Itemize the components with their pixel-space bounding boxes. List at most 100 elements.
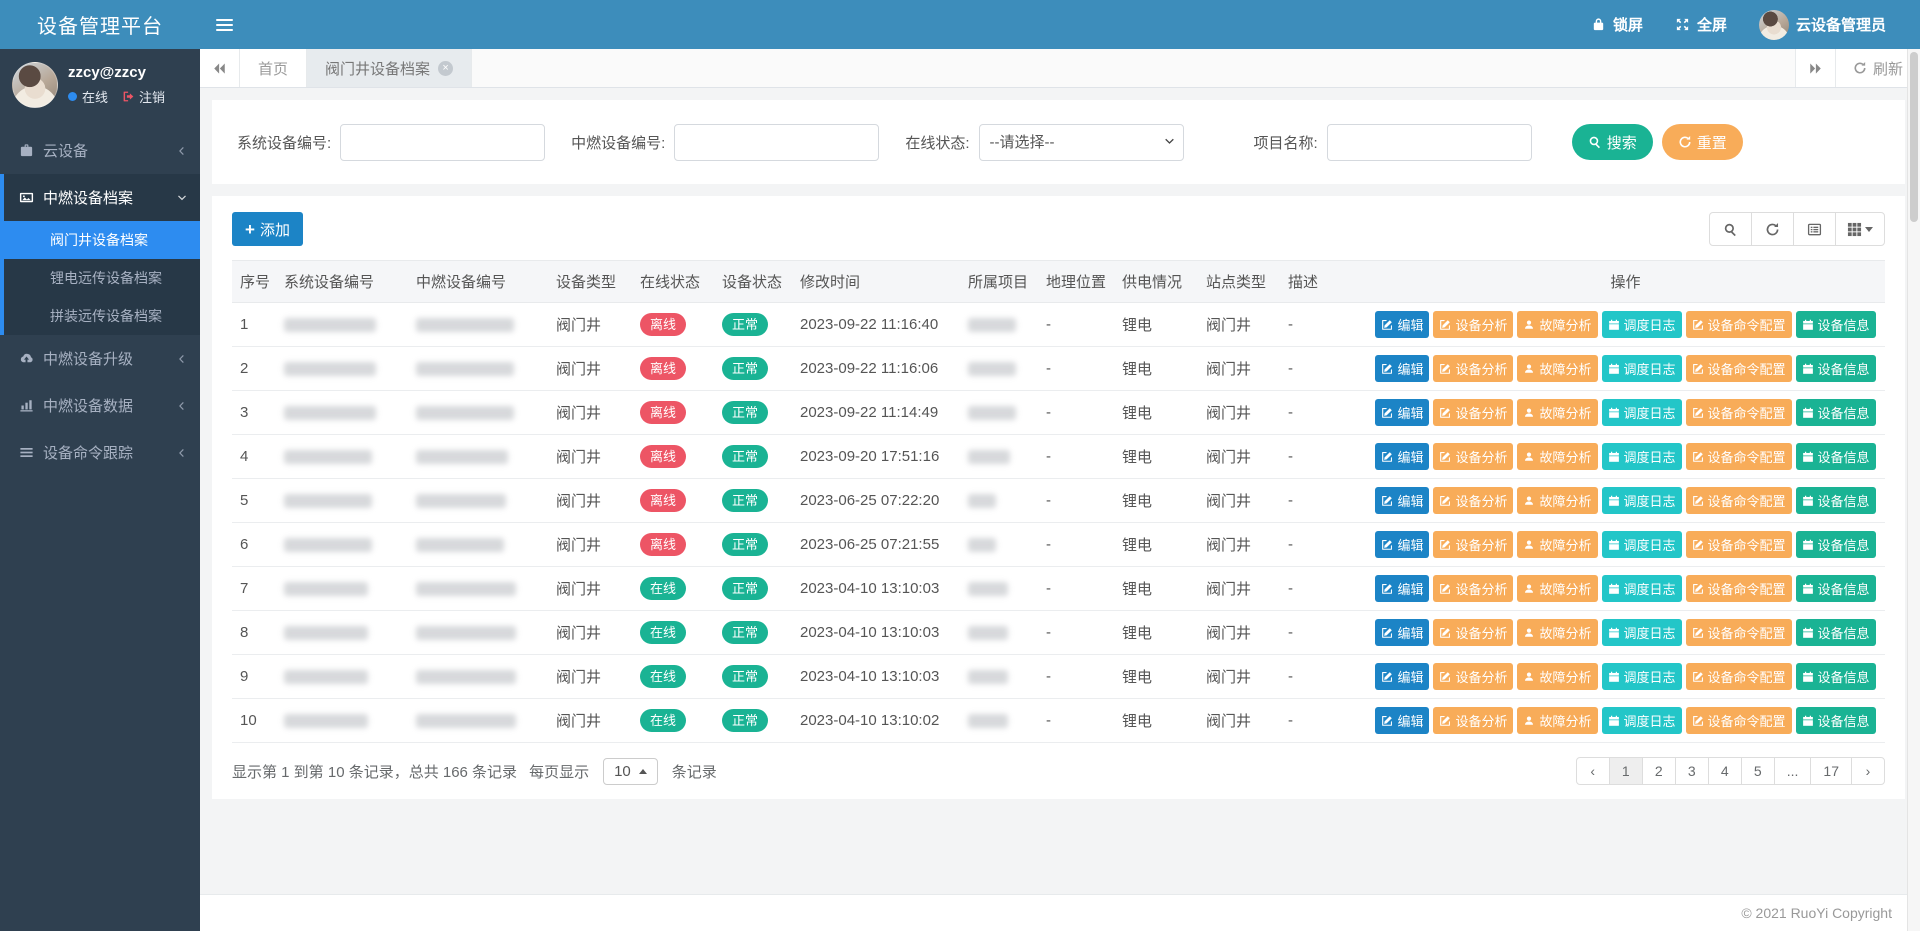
action-button-设备分析[interactable]: 设备分析 xyxy=(1433,443,1513,470)
action-button-调度日志[interactable]: 调度日志 xyxy=(1602,443,1682,470)
action-button-设备分析[interactable]: 设备分析 xyxy=(1433,619,1513,646)
action-button-故障分析[interactable]: 故障分析 xyxy=(1517,531,1597,558)
action-button-故障分析[interactable]: 故障分析 xyxy=(1517,443,1597,470)
sidebar-subitem-1-2[interactable]: 拼装远传设备档案 xyxy=(4,297,200,335)
action-button-设备命令配置[interactable]: 设备命令配置 xyxy=(1686,707,1792,734)
action-button-设备分析[interactable]: 设备分析 xyxy=(1433,531,1513,558)
action-button-故障分析[interactable]: 故障分析 xyxy=(1517,487,1597,514)
tab-0[interactable]: 首页 xyxy=(240,49,307,87)
sidebar-item-4[interactable]: 设备命令跟踪 xyxy=(4,429,200,476)
action-button-调度日志[interactable]: 调度日志 xyxy=(1602,311,1682,338)
action-button-故障分析[interactable]: 故障分析 xyxy=(1517,575,1597,602)
user-menu[interactable]: 云设备管理员 xyxy=(1743,0,1902,49)
action-button-设备信息[interactable]: 设备信息 xyxy=(1796,663,1876,690)
tab-1[interactable]: 阀门井设备档案× xyxy=(307,49,472,87)
sidebar-subitem-1-1[interactable]: 锂电远传设备档案 xyxy=(4,259,200,297)
action-button-调度日志[interactable]: 调度日志 xyxy=(1602,575,1682,602)
action-button-设备信息[interactable]: 设备信息 xyxy=(1796,399,1876,426)
action-button-调度日志[interactable]: 调度日志 xyxy=(1602,399,1682,426)
lock-screen-button[interactable]: 锁屏 xyxy=(1575,0,1659,49)
reset-button[interactable]: 重置 xyxy=(1662,124,1743,160)
action-button-设备命令配置[interactable]: 设备命令配置 xyxy=(1686,575,1792,602)
action-button-编辑[interactable]: 编辑 xyxy=(1375,355,1429,382)
action-button-故障分析[interactable]: 故障分析 xyxy=(1517,355,1597,382)
action-button-设备信息[interactable]: 设备信息 xyxy=(1796,355,1876,382)
action-button-编辑[interactable]: 编辑 xyxy=(1375,575,1429,602)
action-button-设备命令配置[interactable]: 设备命令配置 xyxy=(1686,399,1792,426)
tab-close-icon[interactable]: × xyxy=(438,61,453,76)
toolbar-refresh-button[interactable] xyxy=(1751,212,1794,246)
action-button-故障分析[interactable]: 故障分析 xyxy=(1517,663,1597,690)
input-project-name[interactable] xyxy=(1327,124,1532,161)
action-button-编辑[interactable]: 编辑 xyxy=(1375,531,1429,558)
toolbar-columns-grid-button[interactable] xyxy=(1835,212,1885,246)
pagination-page-1[interactable]: 1 xyxy=(1609,757,1643,785)
action-button-编辑[interactable]: 编辑 xyxy=(1375,487,1429,514)
pagination-page-3[interactable]: 3 xyxy=(1675,757,1709,785)
action-button-设备命令配置[interactable]: 设备命令配置 xyxy=(1686,531,1792,558)
action-button-设备信息[interactable]: 设备信息 xyxy=(1796,575,1876,602)
action-button-设备分析[interactable]: 设备分析 xyxy=(1433,707,1513,734)
tabs-scroll-right-button[interactable] xyxy=(1795,49,1835,87)
page-size-dropdown[interactable]: 10 xyxy=(603,758,658,785)
fullscreen-button[interactable]: 全屏 xyxy=(1659,0,1743,49)
pagination-next[interactable]: › xyxy=(1851,757,1885,785)
action-button-编辑[interactable]: 编辑 xyxy=(1375,443,1429,470)
action-button-设备分析[interactable]: 设备分析 xyxy=(1433,487,1513,514)
action-button-设备命令配置[interactable]: 设备命令配置 xyxy=(1686,311,1792,338)
input-system-device-no[interactable] xyxy=(340,124,545,161)
action-button-设备命令配置[interactable]: 设备命令配置 xyxy=(1686,619,1792,646)
action-button-设备命令配置[interactable]: 设备命令配置 xyxy=(1686,355,1792,382)
select-online-status[interactable]: --请选择-- xyxy=(979,124,1184,161)
action-button-故障分析[interactable]: 故障分析 xyxy=(1517,311,1597,338)
search-button[interactable]: 搜索 xyxy=(1572,124,1653,160)
action-button-调度日志[interactable]: 调度日志 xyxy=(1602,531,1682,558)
action-button-故障分析[interactable]: 故障分析 xyxy=(1517,399,1597,426)
action-button-故障分析[interactable]: 故障分析 xyxy=(1517,619,1597,646)
action-button-调度日志[interactable]: 调度日志 xyxy=(1602,487,1682,514)
action-button-设备信息[interactable]: 设备信息 xyxy=(1796,311,1876,338)
action-button-设备分析[interactable]: 设备分析 xyxy=(1433,399,1513,426)
action-button-调度日志[interactable]: 调度日志 xyxy=(1602,619,1682,646)
sidebar-item-2[interactable]: 中燃设备升级 xyxy=(4,335,200,382)
action-button-设备分析[interactable]: 设备分析 xyxy=(1433,663,1513,690)
action-button-设备分析[interactable]: 设备分析 xyxy=(1433,355,1513,382)
sidebar-item-1[interactable]: 中燃设备档案 xyxy=(4,174,200,221)
sidebar-subitem-1-0[interactable]: 阀门井设备档案 xyxy=(0,221,200,259)
scrollbar-thumb[interactable] xyxy=(1910,52,1918,222)
action-button-编辑[interactable]: 编辑 xyxy=(1375,399,1429,426)
action-button-设备分析[interactable]: 设备分析 xyxy=(1433,311,1513,338)
sidebar-item-3[interactable]: 中燃设备数据 xyxy=(4,382,200,429)
action-button-故障分析[interactable]: 故障分析 xyxy=(1517,707,1597,734)
sidebar-item-0[interactable]: 云设备 xyxy=(4,127,200,174)
action-button-编辑[interactable]: 编辑 xyxy=(1375,707,1429,734)
action-button-设备信息[interactable]: 设备信息 xyxy=(1796,707,1876,734)
sidebar-toggle-button[interactable] xyxy=(216,19,233,31)
action-button-调度日志[interactable]: 调度日志 xyxy=(1602,355,1682,382)
action-button-设备命令配置[interactable]: 设备命令配置 xyxy=(1686,443,1792,470)
action-button-设备命令配置[interactable]: 设备命令配置 xyxy=(1686,487,1792,514)
pagination-page-17[interactable]: 17 xyxy=(1810,757,1852,785)
pagination-prev[interactable]: ‹ xyxy=(1576,757,1610,785)
logout-link[interactable]: 注销 xyxy=(122,87,165,106)
action-button-编辑[interactable]: 编辑 xyxy=(1375,619,1429,646)
scrollbar[interactable] xyxy=(1907,49,1920,931)
action-button-设备信息[interactable]: 设备信息 xyxy=(1796,531,1876,558)
input-gas-device-no[interactable] xyxy=(674,124,879,161)
pagination-page-4[interactable]: 4 xyxy=(1708,757,1742,785)
toolbar-detail-view-button[interactable] xyxy=(1793,212,1836,246)
action-button-编辑[interactable]: 编辑 xyxy=(1375,663,1429,690)
action-button-设备命令配置[interactable]: 设备命令配置 xyxy=(1686,663,1792,690)
tabs-scroll-left-button[interactable] xyxy=(200,49,240,87)
action-button-编辑[interactable]: 编辑 xyxy=(1375,311,1429,338)
action-button-调度日志[interactable]: 调度日志 xyxy=(1602,707,1682,734)
toolbar-search-button[interactable] xyxy=(1709,212,1752,246)
action-button-设备分析[interactable]: 设备分析 xyxy=(1433,575,1513,602)
pagination-page-5[interactable]: 5 xyxy=(1741,757,1775,785)
action-button-设备信息[interactable]: 设备信息 xyxy=(1796,487,1876,514)
pagination-page-2[interactable]: 2 xyxy=(1642,757,1676,785)
app-logo[interactable]: 设备管理平台 xyxy=(0,0,200,49)
add-button[interactable]: + 添加 xyxy=(232,212,303,246)
action-button-设备信息[interactable]: 设备信息 xyxy=(1796,619,1876,646)
action-button-调度日志[interactable]: 调度日志 xyxy=(1602,663,1682,690)
